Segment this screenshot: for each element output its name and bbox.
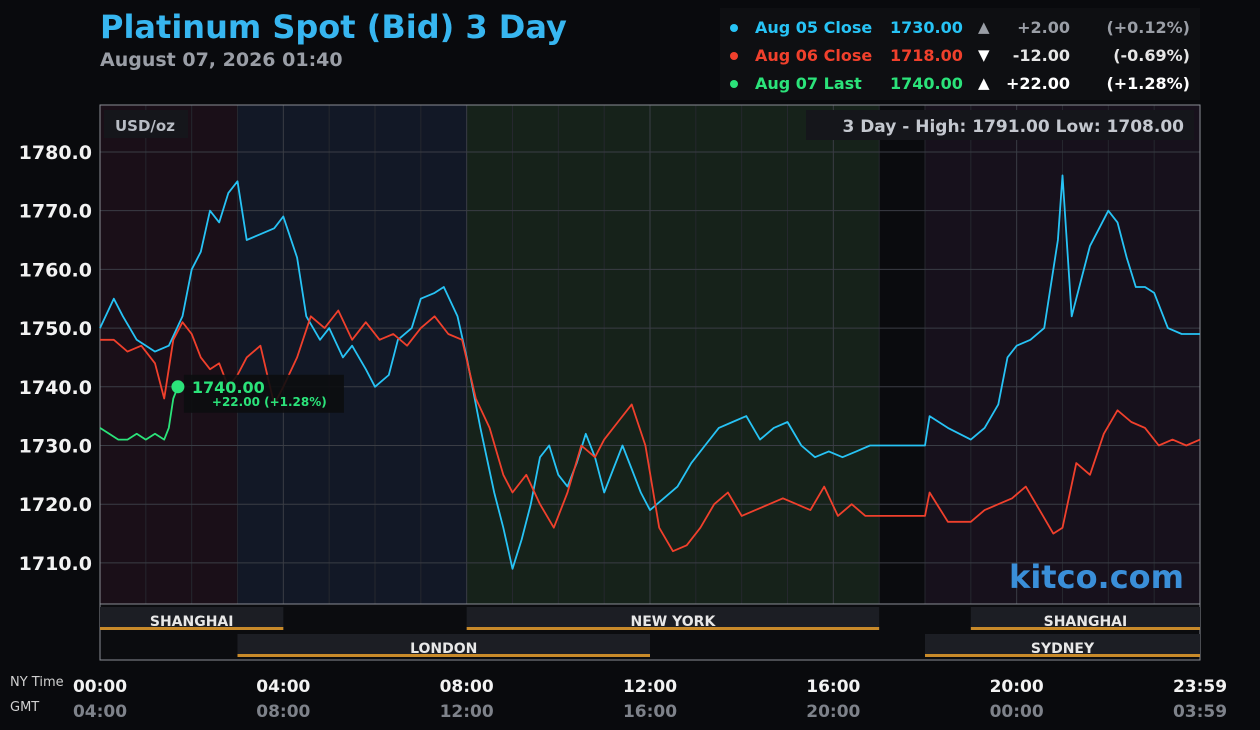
x-tick-label-ny: 04:00 — [256, 677, 310, 697]
y-tick-label: 1780.0 — [19, 142, 92, 164]
x-tick-label-ny: 12:00 — [623, 677, 677, 697]
price-chart[interactable]: 1710.0 1720.0 1730.0 1740.0 1750.0 1760.0 1770… — [0, 0, 1260, 730]
region-shanghai-early — [100, 105, 238, 604]
x-tick-label-gmt: 16:00 — [623, 702, 677, 722]
y-tick-label: 1720.0 — [19, 494, 92, 516]
x-tick-label-ny: 20:00 — [990, 677, 1044, 697]
x-tick-label-ny: 08:00 — [440, 677, 494, 697]
x-tick-label-gmt: 12:00 — [440, 702, 494, 722]
y-tick-label: 1740.0 — [19, 377, 92, 399]
session-label: LONDON — [410, 641, 477, 657]
x-tick-label-gmt: 20:00 — [806, 702, 860, 722]
x-tick-label-gmt: 04:00 — [73, 702, 127, 722]
ny-time-label: NY Time — [10, 675, 64, 690]
session-label: NEW YORK — [631, 614, 717, 630]
x-tick-label-gmt: 08:00 — [256, 702, 310, 722]
region-closed — [879, 105, 925, 604]
last-price-dot-icon — [171, 380, 185, 394]
session-label: SHANGHAI — [150, 614, 234, 630]
region-new-york — [466, 105, 880, 604]
y-tick-label: 1770.0 — [19, 201, 92, 223]
watermark-logo: kitco.com — [1009, 558, 1184, 596]
y-tick-label: 1750.0 — [19, 318, 92, 340]
session-label: SYDNEY — [1031, 641, 1095, 657]
session-label: SHANGHAI — [1044, 614, 1128, 630]
y-tick-label: 1710.0 — [19, 553, 92, 575]
y-tick-label: 1730.0 — [19, 435, 92, 457]
x-tick-label-gmt: 03:59 — [1173, 702, 1227, 722]
x-tick-label-ny: 00:00 — [73, 677, 127, 697]
range-label: 3 Day - High: 1791.00 Low: 1708.00 — [842, 117, 1184, 137]
last-price-change: +22.00 (+1.28%) — [212, 395, 327, 409]
x-tick-label-ny: 23:59 — [1173, 677, 1227, 697]
gmt-label: GMT — [10, 700, 40, 715]
y-tick-label: 1760.0 — [19, 259, 92, 281]
x-tick-label-ny: 16:00 — [806, 677, 860, 697]
region-london — [237, 105, 467, 604]
x-tick-label-gmt: 00:00 — [990, 702, 1044, 722]
unit-label: USD/oz — [115, 117, 175, 135]
